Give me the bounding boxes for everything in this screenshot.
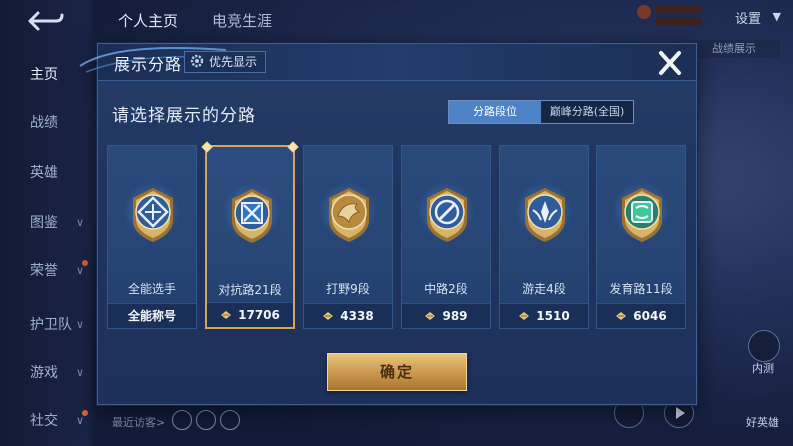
sidebar-item[interactable]: 英雄 [0, 158, 96, 188]
lane-rank-name: 游走4段 [522, 282, 566, 296]
mid-lane-emblem-icon [427, 188, 467, 242]
gear-icon [190, 54, 204, 68]
lane-rank-name: 对抗路21段 [218, 283, 282, 297]
avatar[interactable] [220, 410, 240, 430]
side-round-button[interactable] [748, 330, 780, 362]
sidebar-item[interactable]: 战绩 [0, 108, 96, 138]
emblem [421, 186, 473, 244]
right-label-beta[interactable]: 内测 [752, 360, 774, 376]
lane-card-value: 989 [442, 309, 468, 323]
lane-card[interactable]: 中路2段 989 [401, 145, 491, 329]
lane-card[interactable]: 游走4段 1510 [499, 145, 589, 329]
avatar[interactable] [196, 410, 216, 430]
emblem [519, 186, 571, 244]
sidebar-item[interactable]: 图鉴 ∨ [0, 208, 96, 238]
settings-button[interactable]: 设置 [735, 8, 761, 27]
notification-dot [82, 260, 88, 266]
lane-card-footer: 4338 [304, 303, 392, 328]
sidebar-item[interactable]: 荣誉 ∨ [0, 256, 96, 286]
recent-visitors-link[interactable]: 最近访客> [112, 414, 165, 430]
player-badge-icon [636, 2, 706, 28]
selection-corner [201, 141, 213, 153]
lane-card-footer: 1510 [500, 303, 588, 328]
lane-card[interactable]: 全能选手 全能称号 [107, 145, 197, 329]
notification-dot [82, 410, 88, 416]
sidebar-item-label: 社交 [30, 413, 58, 429]
lane-card-value: 1510 [536, 309, 570, 323]
chevron-down-icon: ∨ [76, 216, 85, 229]
lane-card-value: 6046 [633, 309, 667, 323]
jungle-emblem-icon [329, 188, 369, 242]
sidebar-item-label: 战绩 [30, 115, 58, 131]
close-icon[interactable] [654, 48, 686, 78]
sidebar-item[interactable]: 游戏 ∨ [0, 358, 96, 388]
chevron-down-icon[interactable]: ▼ [773, 10, 781, 23]
chevron-down-icon: ∨ [76, 366, 85, 379]
showcase-tag[interactable]: 战绩展示 [688, 40, 780, 58]
points-icon [323, 312, 334, 320]
allround-emblem-icon [133, 188, 173, 242]
clash-lane-emblem-icon [232, 189, 272, 243]
lane-card-footer: 989 [402, 303, 490, 328]
sidebar-item-label: 游戏 [30, 365, 58, 381]
select-lane-prompt: 请选择展示的分路 [112, 106, 256, 126]
selection-corner [287, 141, 299, 153]
lane-card-footer: 全能称号 [108, 303, 196, 328]
priority-display-label: 优先显示 [209, 55, 258, 69]
back-arrow-icon[interactable] [22, 8, 68, 34]
emblem [616, 186, 668, 244]
tab-esports-career[interactable]: 电竞生涯 [212, 10, 272, 31]
confirm-button[interactable]: 确定 [327, 353, 467, 391]
ranking-type-toggle: 分路段位 巅峰分路(全国) [448, 100, 634, 124]
sidebar-item-label: 护卫队 [30, 317, 72, 333]
farm-lane-emblem-icon [622, 188, 662, 242]
sidebar-item-label: 英雄 [30, 165, 58, 181]
lane-rank-name: 中路2段 [424, 282, 468, 296]
sidebar-item-label: 图鉴 [30, 215, 58, 231]
sidebar-item[interactable]: 护卫队 ∨ [0, 310, 96, 340]
lane-card[interactable]: 打野9段 4338 [303, 145, 393, 329]
lane-display-dialog: 展示分路 优先显示 请选择展示的分路 分路段位 巅峰分路(全国) 全能选手全能称… [79, 43, 697, 405]
lane-rank-name: 全能选手 [127, 282, 176, 296]
lane-card-value: 4338 [340, 309, 374, 323]
sidebar-item-label: 荣誉 [30, 263, 58, 279]
right-label-hero[interactable]: 好英雄 [746, 414, 779, 430]
emblem [127, 186, 179, 244]
toggle-lane-rank[interactable]: 分路段位 [449, 101, 541, 123]
points-icon [425, 312, 436, 320]
dialog-header: 展示分路 优先显示 [79, 44, 696, 81]
lane-card[interactable]: 发育路11段 6046 [596, 145, 686, 329]
points-icon [519, 312, 530, 320]
lane-card-footer: 6046 [597, 303, 685, 328]
roam-emblem-icon [525, 188, 565, 242]
sidebar-item-label: 主页 [30, 67, 58, 83]
lane-card[interactable]: 对抗路21段 17706 [201, 141, 299, 329]
chevron-down-icon: ∨ [76, 318, 85, 331]
lane-rank-name: 打野9段 [326, 282, 370, 296]
tab-profile[interactable]: 个人主页 [118, 10, 178, 31]
recent-visitor-avatars[interactable] [172, 410, 244, 434]
emblem [323, 186, 375, 244]
dialog-title: 展示分路 [114, 55, 183, 74]
sidebar-item[interactable]: 社交 ∨ [0, 406, 96, 436]
points-icon [221, 311, 232, 319]
toggle-peak-lane-national[interactable]: 巅峰分路(全国) [541, 101, 633, 123]
avatar[interactable] [172, 410, 192, 430]
lane-card-footer: 17706 [207, 302, 293, 327]
emblem [226, 187, 278, 245]
priority-display-button[interactable]: 优先显示 [184, 51, 267, 73]
lane-rank-name: 发育路11段 [609, 282, 673, 296]
lane-card-value: 全能称号 [127, 309, 176, 323]
lane-card-value: 17706 [238, 308, 280, 322]
points-icon [616, 312, 627, 320]
